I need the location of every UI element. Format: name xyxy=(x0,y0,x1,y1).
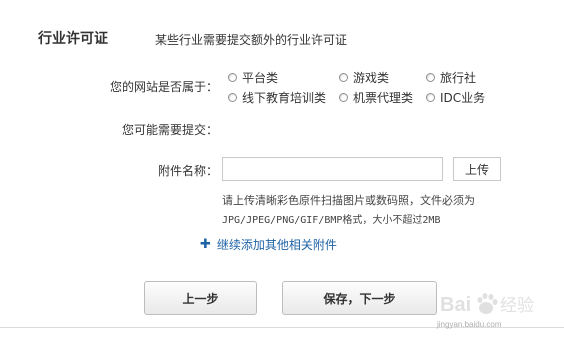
radio-icon xyxy=(426,73,435,82)
attachment-name-label: 附件名称： xyxy=(157,164,218,178)
radio-label: IDC业务 xyxy=(440,91,486,105)
radio-icon xyxy=(228,73,237,82)
add-more-label: 继续添加其他相关附件 xyxy=(216,238,337,252)
watermark-url: jingyan.baidu.com xyxy=(437,320,502,329)
svg-text:Bai: Bai xyxy=(440,294,471,316)
radio-option-offline-education[interactable]: 线下教育培训类 xyxy=(228,89,326,106)
upload-hint-line1: 请上传清晰彩色原件扫描图片或数码照，文件必须为 xyxy=(222,194,475,207)
radio-label: 游戏类 xyxy=(353,71,390,85)
section-description: 某些行业需要提交额外的行业许可证 xyxy=(155,33,348,47)
radio-label: 机票代理类 xyxy=(353,91,414,105)
radio-icon xyxy=(426,93,435,102)
attachment-name-input[interactable] xyxy=(222,157,443,181)
prev-step-button[interactable]: 上一步 xyxy=(144,281,257,315)
radio-label: 平台类 xyxy=(242,71,279,85)
svg-text:经验: 经验 xyxy=(500,296,534,316)
radio-option-ticket-agency[interactable]: 机票代理类 xyxy=(339,89,413,106)
baidu-watermark-logo: Bai 经验 xyxy=(440,293,534,316)
site-type-label: 您的网站是否属于： xyxy=(109,80,218,94)
radio-icon xyxy=(339,93,348,102)
radio-option-platform[interactable]: 平台类 xyxy=(228,69,278,86)
radio-label: 旅行社 xyxy=(440,71,477,85)
submit-note-label: 您可能需要提交： xyxy=(121,123,218,137)
radio-option-idc[interactable]: IDC业务 xyxy=(426,89,485,106)
add-more-attachments-link[interactable]: ✚ 继续添加其他相关附件 xyxy=(200,236,337,253)
radio-label: 线下教育培训类 xyxy=(242,91,327,105)
radio-icon xyxy=(228,93,237,102)
upload-button[interactable]: 上传 xyxy=(453,157,501,181)
section-title: 行业许可证 xyxy=(38,31,108,47)
radio-icon xyxy=(339,73,348,82)
plus-icon: ✚ xyxy=(200,237,211,252)
radio-option-travel-agency[interactable]: 旅行社 xyxy=(426,69,476,86)
radio-option-game[interactable]: 游戏类 xyxy=(339,69,389,86)
upload-hint-line2: JPG/JPEG/PNG/GIF/BMP格式，大小不超过2MB xyxy=(222,215,441,226)
save-next-button[interactable]: 保存，下一步 xyxy=(282,281,437,315)
